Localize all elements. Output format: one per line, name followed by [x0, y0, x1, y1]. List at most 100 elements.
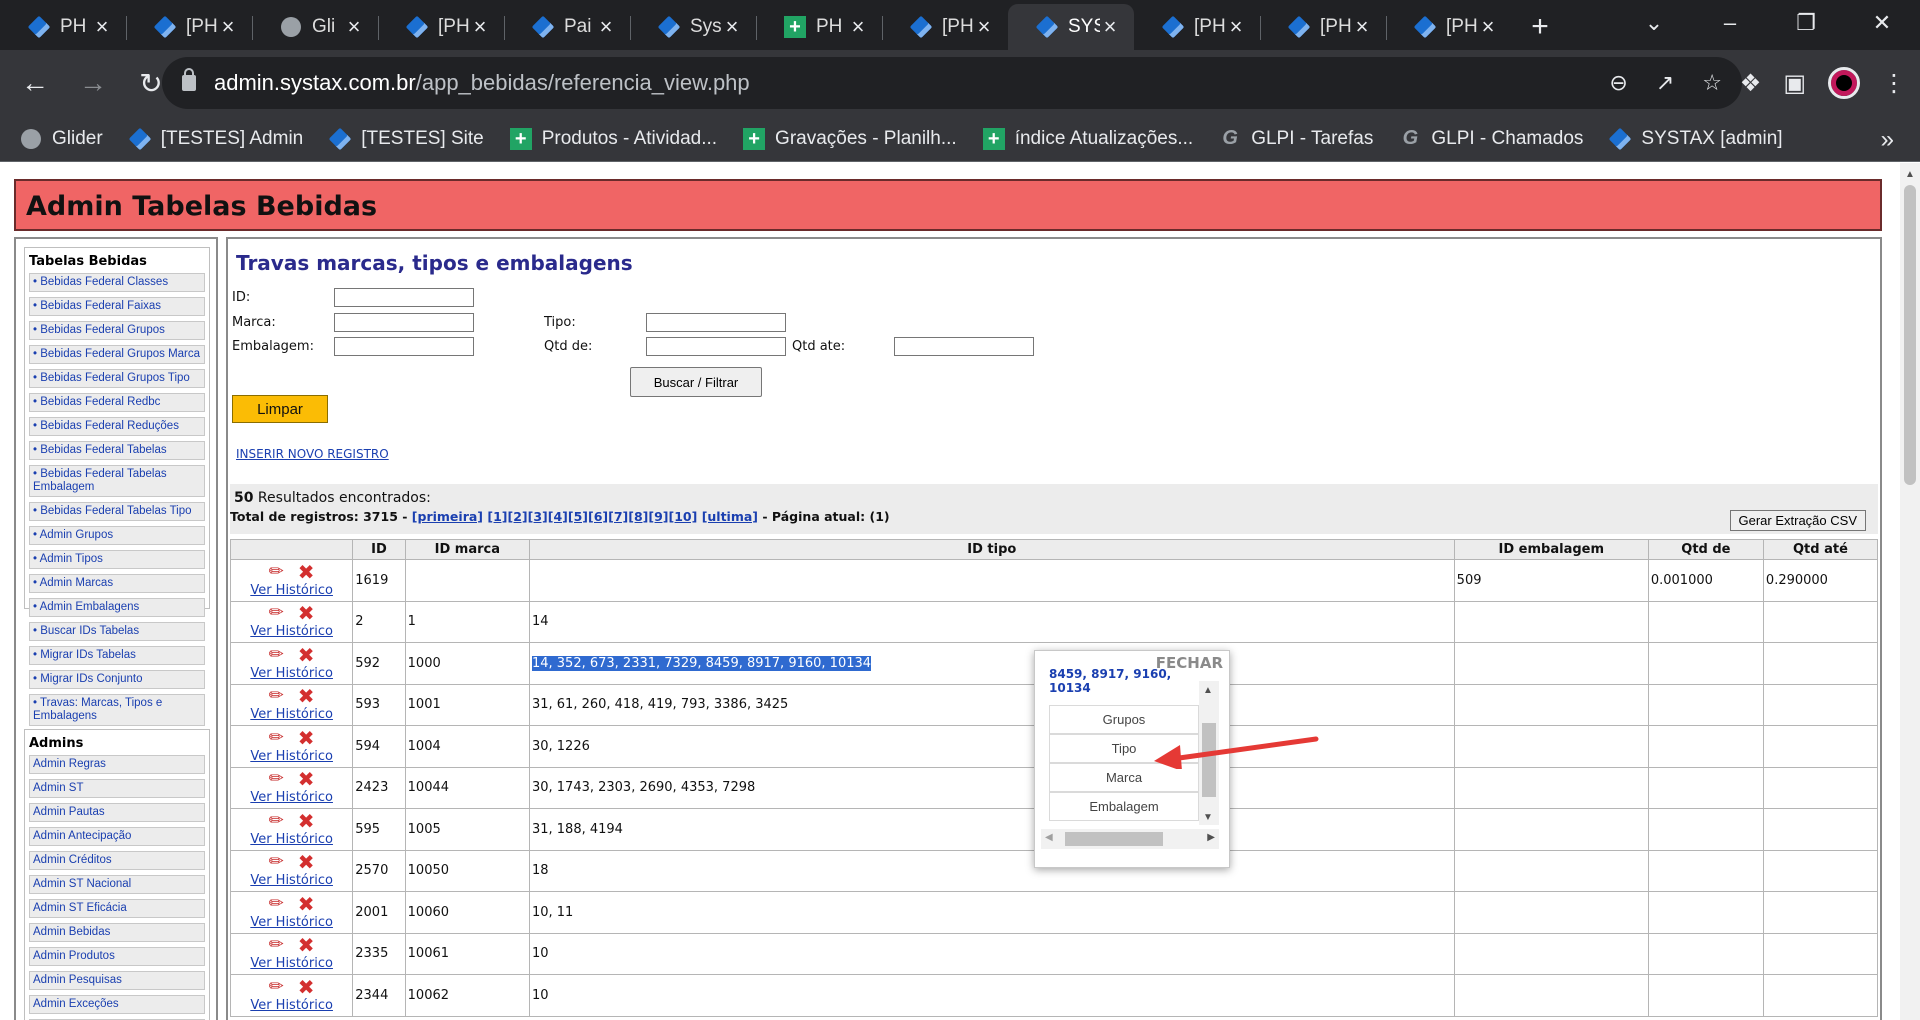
pagination-link[interactable]: [2] — [508, 509, 528, 524]
edit-pencil-icon[interactable]: ✏ — [269, 770, 284, 788]
delete-x-icon[interactable]: ✖ — [298, 769, 315, 789]
bookmarks-overflow-icon[interactable]: » — [1881, 126, 1894, 154]
edit-pencil-icon[interactable]: ✏ — [269, 687, 284, 705]
insert-new-record-link[interactable]: INSERIR NOVO REGISTRO — [236, 447, 389, 461]
sidebar-link[interactable]: • Bebidas Federal Tabelas Tipo — [29, 502, 205, 521]
delete-x-icon[interactable]: ✖ — [298, 811, 315, 831]
new-tab-plus-icon[interactable]: + — [1512, 4, 1568, 50]
scroll-down-arrow-icon[interactable]: ▼ — [1203, 812, 1213, 823]
history-link[interactable]: Ver Histórico — [233, 666, 350, 681]
scroll-up-arrow-icon[interactable]: ▲ — [1905, 169, 1915, 180]
pagination-link[interactable]: [8] — [628, 509, 648, 524]
browser-tab[interactable]: [PH × — [1386, 4, 1512, 50]
popup-option[interactable]: Embalagem — [1049, 792, 1199, 821]
bookmark-item[interactable]: SYSTAX [admin] — [1609, 127, 1783, 150]
popup-horizontal-scrollbar[interactable]: ◀ ▶ — [1041, 829, 1219, 849]
tab-close-icon[interactable]: × — [1100, 14, 1120, 40]
scroll-thumb[interactable] — [1065, 832, 1163, 846]
zoom-out-icon[interactable]: ⊖ — [1609, 70, 1627, 96]
csv-export-button[interactable]: Gerar Extração CSV — [1729, 510, 1866, 531]
scroll-right-arrow-icon[interactable]: ▶ — [1207, 832, 1215, 843]
bookmark-item[interactable]: G GLPI - Tarefas — [1219, 127, 1373, 150]
delete-x-icon[interactable]: ✖ — [298, 935, 315, 955]
bookmark-item[interactable]: + Produtos - Atividad... — [509, 127, 717, 150]
qtd-ate-input[interactable] — [894, 337, 1034, 356]
delete-x-icon[interactable]: ✖ — [298, 852, 315, 872]
side-panel-icon[interactable]: ▣ — [1783, 69, 1806, 98]
sidebar-link[interactable]: • Buscar IDs Tabelas — [29, 622, 205, 641]
extensions-puzzle-icon[interactable]: ❖ — [1740, 69, 1762, 98]
pagination-link[interactable]: [9] — [648, 509, 668, 524]
tab-close-icon[interactable]: × — [974, 14, 994, 40]
sidebar-link[interactable]: • Bebidas Federal Tabelas — [29, 441, 205, 460]
sidebar-link[interactable]: • Admin Grupos — [29, 526, 205, 545]
pagination-link[interactable]: [10] — [669, 509, 698, 524]
back-arrow-icon[interactable]: ← — [12, 60, 58, 106]
edit-pencil-icon[interactable]: ✏ — [269, 604, 284, 622]
sidebar-link[interactable]: • Admin Tipos — [29, 550, 205, 569]
menu-kebab-icon[interactable]: ⋮ — [1882, 69, 1906, 98]
tab-close-icon[interactable]: × — [1226, 14, 1246, 40]
pagination-link[interactable]: [3] — [528, 509, 548, 524]
profile-avatar[interactable] — [1828, 67, 1860, 99]
restore-icon[interactable]: ❐ — [1768, 10, 1844, 36]
edit-pencil-icon[interactable]: ✏ — [269, 977, 284, 996]
browser-tab[interactable]: [PH × — [126, 4, 252, 50]
browser-tab[interactable]: Gli × — [252, 4, 378, 50]
buscar-filtrar-button[interactable]: Buscar / Filtrar — [630, 367, 762, 397]
sidebar-link[interactable]: • Bebidas Federal Grupos — [29, 321, 205, 340]
bookmark-item[interactable]: [TESTES] Site — [328, 127, 484, 150]
scroll-left-arrow-icon[interactable]: ◀ — [1045, 832, 1053, 843]
delete-x-icon[interactable]: ✖ — [298, 728, 315, 748]
sidebar-link[interactable]: Admin Exceções — [29, 995, 205, 1014]
browser-tab[interactable]: [PH × — [378, 4, 504, 50]
history-link[interactable]: Ver Histórico — [233, 707, 350, 722]
tab-close-icon[interactable]: × — [1352, 14, 1372, 40]
history-link[interactable]: Ver Histórico — [233, 624, 350, 639]
sidebar-link[interactable]: • Bebidas Federal Reduções — [29, 417, 205, 436]
sidebar-link[interactable]: • Bebidas Federal Redbc — [29, 393, 205, 412]
sidebar-link[interactable]: Admin Produtos — [29, 947, 205, 966]
scroll-up-arrow-icon[interactable]: ▲ — [1203, 685, 1213, 696]
forward-arrow-icon[interactable]: → — [70, 60, 116, 106]
share-icon[interactable]: ↗ — [1656, 70, 1674, 96]
delete-x-icon[interactable]: ✖ — [298, 977, 315, 997]
bookmark-star-icon[interactable]: ☆ — [1702, 70, 1722, 96]
sidebar-link[interactable]: • Bebidas Federal Faixas — [29, 297, 205, 316]
page-scrollbar[interactable]: ▲ — [1900, 163, 1920, 1020]
browser-tab[interactable]: Sys × — [630, 4, 756, 50]
sidebar-link[interactable]: • Bebidas Federal Classes — [29, 273, 205, 292]
history-link[interactable]: Ver Histórico — [233, 915, 350, 930]
history-link[interactable]: Ver Histórico — [233, 998, 350, 1013]
tab-close-icon[interactable]: × — [596, 14, 616, 40]
browser-tab[interactable]: SYS × — [1008, 4, 1134, 50]
pagination-link[interactable]: [6] — [588, 509, 608, 524]
sidebar-link[interactable]: • Bebidas Federal Grupos Tipo — [29, 369, 205, 388]
lock-icon[interactable] — [182, 68, 196, 91]
history-link[interactable]: Ver Histórico — [233, 832, 350, 847]
sidebar-link[interactable]: Admin Pesquisas — [29, 971, 205, 990]
sidebar-link[interactable]: Admin Pautas — [29, 803, 205, 822]
sidebar-link[interactable]: • Migrar IDs Tabelas — [29, 646, 205, 665]
sidebar-link[interactable]: • Travas: Marcas, Tipos e Embalagens — [29, 694, 205, 726]
tab-close-icon[interactable]: × — [470, 14, 490, 40]
bookmark-item[interactable]: + índice Atualizações... — [982, 127, 1193, 150]
history-link[interactable]: Ver Histórico — [233, 956, 350, 971]
browser-tab[interactable]: [PH × — [1134, 4, 1260, 50]
address-bar[interactable]: admin.systax.com.br/app_bebidas/referenc… — [162, 57, 1742, 109]
bookmark-item[interactable]: G GLPI - Chamados — [1399, 127, 1584, 150]
pagination-link[interactable]: [1] — [487, 509, 507, 524]
browser-tab[interactable]: [PH × — [1260, 4, 1386, 50]
delete-x-icon[interactable]: ✖ — [298, 686, 315, 706]
edit-pencil-icon[interactable]: ✏ — [269, 853, 284, 871]
scroll-thumb[interactable] — [1904, 185, 1916, 485]
sidebar-link[interactable]: Admin ST — [29, 779, 205, 798]
tab-close-icon[interactable]: × — [848, 14, 868, 40]
sidebar-link[interactable]: • Bebidas Federal Tabelas Embalagem — [29, 465, 205, 497]
close-window-icon[interactable]: ✕ — [1844, 10, 1920, 36]
history-link[interactable]: Ver Histórico — [233, 790, 350, 805]
sidebar-link[interactable]: Admin ST Nacional — [29, 875, 205, 894]
sidebar-link[interactable]: • Admin Marcas — [29, 574, 205, 593]
edit-pencil-icon[interactable]: ✏ — [269, 811, 284, 830]
sidebar-link[interactable]: • Bebidas Federal Grupos Marca — [29, 345, 205, 364]
